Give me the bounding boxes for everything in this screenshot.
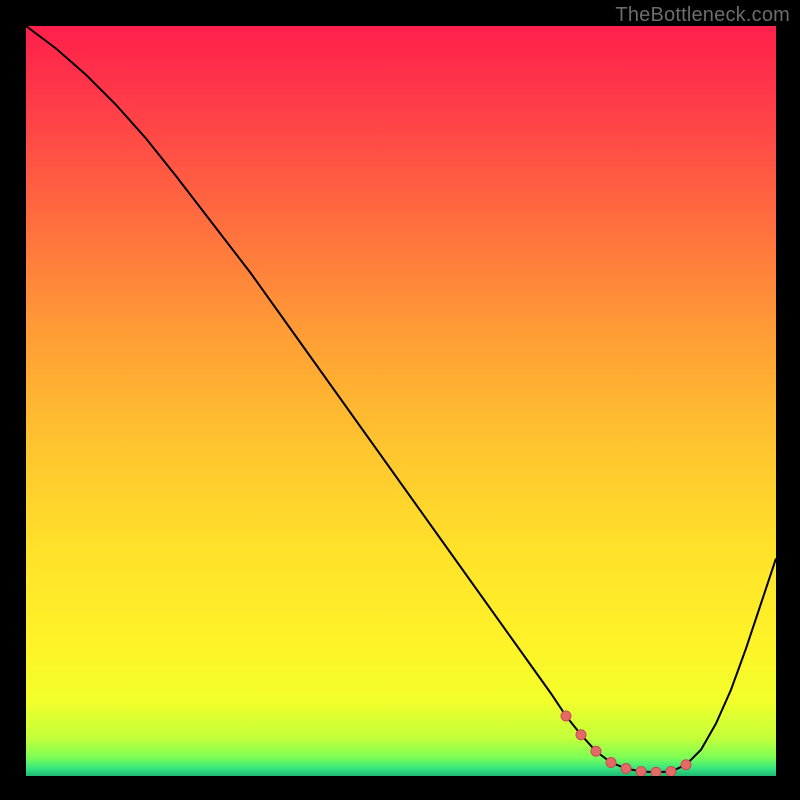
highlight-dot <box>681 760 691 770</box>
watermark: TheBottleneck.com <box>615 4 790 27</box>
highlight-dot <box>576 730 586 740</box>
highlight-dot <box>606 758 616 768</box>
highlight-dot <box>636 767 646 777</box>
highlight-dot <box>621 764 631 774</box>
gradient-background <box>26 26 776 776</box>
chart-frame: TheBottleneck.com <box>0 0 800 800</box>
highlight-dot <box>591 746 601 756</box>
plot-svg <box>26 26 776 776</box>
highlight-dot <box>666 767 676 777</box>
highlight-dot <box>651 767 661 776</box>
highlight-dot <box>561 711 571 721</box>
plot-area <box>26 26 776 776</box>
